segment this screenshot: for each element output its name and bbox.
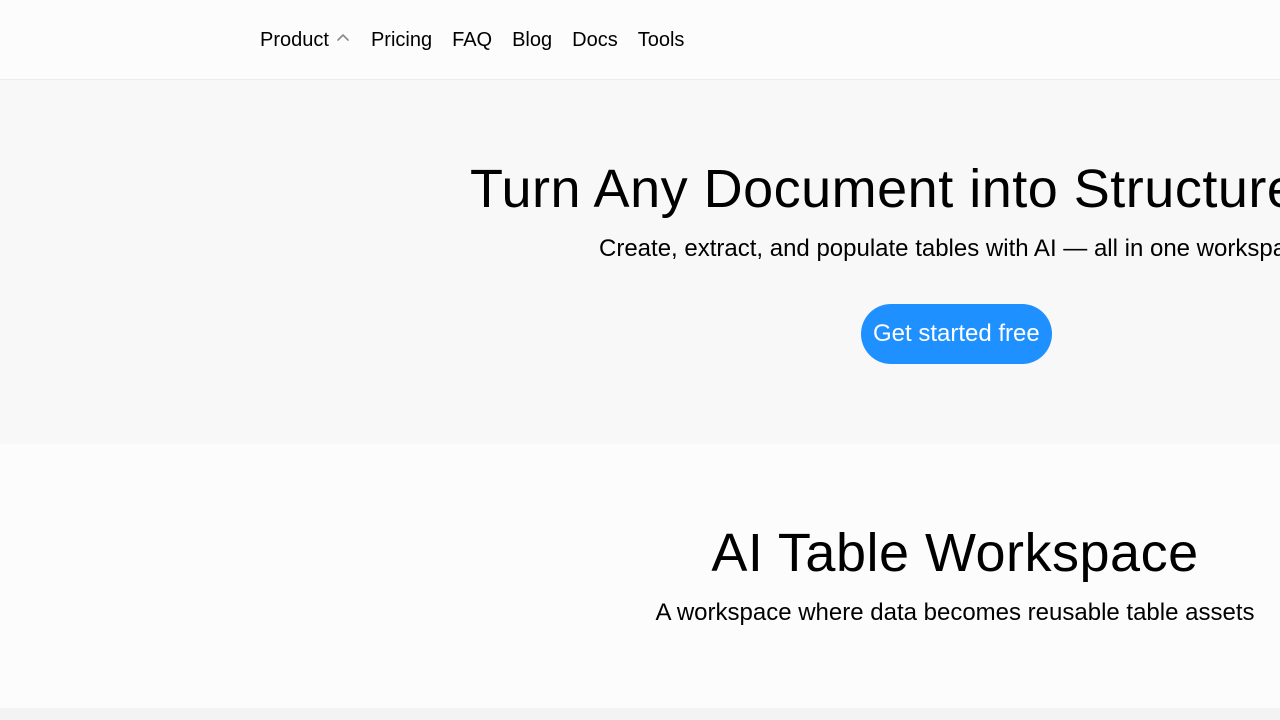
nav-item-pricing[interactable]: Pricing: [371, 29, 432, 52]
hero-subtitle: Create, extract, and populate tables wit…: [599, 235, 1280, 262]
nav-item-label: Pricing: [370, 28, 433, 51]
nav-item-label: Docs: [572, 28, 618, 51]
top-navigation: Product Pricing FAQ Blog Docs Tools: [0, 0, 1280, 80]
nav-item-product[interactable]: Product: [260, 29, 351, 52]
nav-item-label: Blog: [512, 28, 553, 51]
section-subtitle: A workspace where data becomes reusable …: [655, 599, 1255, 626]
page-bottom-edge: [0, 708, 1280, 720]
nav-item-label: Tools: [637, 28, 685, 51]
nav-item-label: FAQ: [452, 28, 493, 51]
get-started-button[interactable]: Get started free: [861, 304, 1052, 364]
workspace-section: AI Table Workspace A workspace where dat…: [0, 444, 1280, 708]
nav-item-blog[interactable]: Blog: [512, 29, 552, 52]
nav-item-faq[interactable]: FAQ: [452, 29, 492, 52]
nav-item-docs[interactable]: Docs: [572, 29, 618, 52]
hero-title: Turn Any Document into Structured: [470, 159, 1280, 219]
nav-menu: Product Pricing FAQ Blog Docs Tools: [260, 0, 684, 80]
nav-item-tools[interactable]: Tools: [638, 29, 685, 52]
hero-section: Turn Any Document into Structured Create…: [0, 80, 1280, 444]
chevron-up-icon: [335, 30, 351, 46]
nav-item-label: Product: [260, 28, 329, 51]
section-title: AI Table Workspace: [711, 523, 1199, 583]
page: Product Pricing FAQ Blog Docs Tools Turn…: [0, 0, 1280, 720]
